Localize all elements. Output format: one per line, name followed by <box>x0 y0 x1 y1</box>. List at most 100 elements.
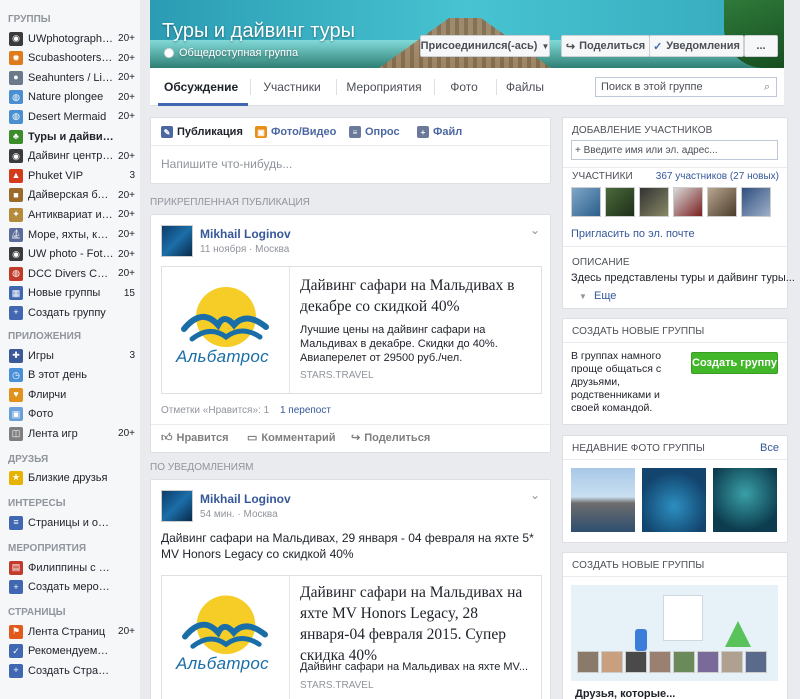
member-avatar[interactable] <box>741 187 771 217</box>
tab-discussion[interactable]: Обсуждение <box>164 68 238 106</box>
post-meta[interactable]: 54 мин. · Москва <box>200 509 278 520</box>
sidebar-item-count: 20+ <box>118 229 135 240</box>
tab-members[interactable]: Участники <box>260 68 324 106</box>
avatar[interactable] <box>161 225 193 257</box>
sidebar-item[interactable]: ■ Дайверская бара... 20+ <box>0 186 140 205</box>
photo-icon: ▣ <box>9 407 23 422</box>
chevron-down-icon[interactable]: ⌄ <box>530 488 540 502</box>
tab-divider <box>496 79 497 95</box>
sidebar-item[interactable]: ⛵︎ Море, яхты, катер... 20+ <box>0 225 140 244</box>
sidebar-item[interactable]: ◉ Дайвинг центр на... 20+ <box>0 147 140 166</box>
tab-files[interactable]: Файлы <box>504 68 546 106</box>
sidebar-item[interactable]: ◷ В этот день <box>0 366 140 385</box>
sidebar-item[interactable]: ♣ Туры и дайвинг ту... <box>0 127 140 146</box>
group-title[interactable]: Туры и дайвинг туры <box>162 20 355 43</box>
sidebar-item[interactable]: ✓ Рекомендуемые С... <box>0 642 140 661</box>
tree-icon <box>725 621 751 647</box>
sidebar-item-label: UWphotographers <box>28 32 114 45</box>
sidebar-item-label: Scubashooters.net <box>28 52 114 65</box>
share-group-button[interactable]: ↪ Поделиться <box>561 35 650 57</box>
search-icon[interactable]: ⌕ <box>758 81 776 94</box>
add-members-input[interactable]: + Введите имя или эл. адрес... <box>571 140 778 160</box>
camera-icon: ◉ <box>9 149 23 164</box>
post-author[interactable]: Mikhail Loginov <box>200 227 291 241</box>
sidebar-item[interactable]: ★ Близкие друзья <box>0 468 140 487</box>
post-stats: Отметки «Нравится»: 1 1 перепост <box>161 405 331 416</box>
member-avatar[interactable] <box>707 187 737 217</box>
sidebar-item[interactable]: ▲ Phuket VIP 3 <box>0 166 140 185</box>
promo-banner <box>663 595 703 641</box>
sidebar-item-label: В этот день <box>28 369 87 382</box>
group-photo[interactable] <box>713 468 777 532</box>
composer-tab-file[interactable]: + Файл <box>417 126 462 138</box>
sidebar-item[interactable]: ◫ Лента игр 20+ <box>0 424 140 443</box>
sidebar-item[interactable]: ◍ Desert Mermaid 20+ <box>0 107 140 126</box>
sidebar-item[interactable]: ▦ Новые группы 15 <box>0 284 140 303</box>
link-title[interactable]: Дайвинг сафари на Мальдивах на яхте MV H… <box>300 582 536 666</box>
link-preview[interactable]: Альбатрос Дайвинг сафари на Мальдивах на… <box>161 575 542 699</box>
sidebar-item[interactable]: ✦ Антиквариат и пр... 20+ <box>0 205 140 224</box>
avatar[interactable] <box>161 490 193 522</box>
more-options-button[interactable]: ... <box>744 35 778 57</box>
link-title[interactable]: Дайвинг сафари на Мальдивах в декабре со… <box>300 275 536 317</box>
composer-tab-photo[interactable]: ▣ Фото/Видео <box>255 126 336 138</box>
post-actions-divider <box>151 424 550 425</box>
sidebar-item[interactable]: ▤ Филиппины с 27 д... <box>0 558 140 577</box>
share-icon: ↪ <box>351 432 361 444</box>
likes-count[interactable]: Отметки «Нравится»: 1 <box>161 405 269 416</box>
more-label: Еще <box>593 290 617 302</box>
chevron-down-icon[interactable]: ⌄ <box>530 223 540 237</box>
interests-section-title: ИНТЕРЕСЫ <box>8 498 66 509</box>
sidebar-item[interactable]: ≡ Страницы и общес... <box>0 513 140 532</box>
sidebar-item[interactable]: ◉ UW photo - Fotosub 20+ <box>0 245 140 264</box>
pinned-post: Mikhail Loginov 11 ноября · Москва ⌄ Аль… <box>150 214 551 453</box>
sidebar-item[interactable]: + Создать Страницу <box>0 661 140 680</box>
share-button[interactable]: ↪ Поделиться <box>351 431 430 445</box>
link-preview[interactable]: Альбатрос Дайвинг сафари на Мальдивах в … <box>161 266 542 394</box>
invite-by-email-link[interactable]: Пригласить по эл. почте <box>571 228 695 240</box>
sidebar-item[interactable]: ◍ DCC Divers Com... 20+ <box>0 264 140 283</box>
member-avatar[interactable] <box>639 187 669 217</box>
sidebar-item-label: Nature plongee <box>28 91 104 104</box>
see-more-link[interactable]: ▼ Еще <box>579 290 616 302</box>
sidebar-item[interactable]: ● Seahunters / Lied... 20+ <box>0 68 140 87</box>
sidebar-item[interactable]: + Создать группу <box>0 303 140 322</box>
comment-button[interactable]: ▭ Комментарий <box>247 431 335 445</box>
sidebar-item-label: UW photo - Fotosub <box>28 248 114 261</box>
post-author[interactable]: Mikhail Loginov <box>200 492 291 506</box>
member-avatar[interactable] <box>673 187 703 217</box>
group-photo[interactable] <box>642 468 706 532</box>
like-button[interactable]: 👍︎ Нравится <box>161 431 229 445</box>
sidebar-item[interactable]: ◍ Nature plongee 20+ <box>0 88 140 107</box>
tab-photos[interactable]: Фото <box>444 68 484 106</box>
post-meta[interactable]: 11 ноября · Москва <box>200 244 289 255</box>
tab-divider <box>336 79 337 95</box>
group-search-input[interactable] <box>596 78 758 96</box>
member-avatar[interactable] <box>605 187 635 217</box>
tab-events[interactable]: Мероприятия <box>346 68 422 106</box>
sidebar-item-label: Лента Страниц <box>28 625 106 638</box>
sidebar-item[interactable]: ♥ Флирчи <box>0 385 140 404</box>
sidebar-item[interactable]: ✹ Scubashooters.net 20+ <box>0 49 140 68</box>
see-all-link[interactable]: Все <box>760 442 779 454</box>
member-avatar[interactable] <box>571 187 601 217</box>
composer-tab-post[interactable]: ✎ Публикация <box>161 126 243 138</box>
globe-icon: ◍ <box>9 109 23 124</box>
sidebar-item-label: Туры и дайвинг ту... <box>28 130 114 143</box>
composer-tab-poll[interactable]: ≡ Опрос <box>349 126 400 138</box>
camera-icon: ◉ <box>9 31 23 46</box>
sidebar-item[interactable]: ▣ Фото <box>0 405 140 424</box>
sidebar-item[interactable]: ◉ UWphotographers 20+ <box>0 29 140 48</box>
composer-input[interactable]: Напишите что-нибудь... <box>161 157 292 171</box>
events-section-title: МЕРОПРИЯТИЯ <box>8 543 87 554</box>
create-group-button[interactable]: Создать группу <box>691 352 778 374</box>
shares-count[interactable]: 1 перепост <box>280 405 331 416</box>
sidebar-item[interactable]: ⚑ Лента Страниц 20+ <box>0 622 140 641</box>
sidebar-item[interactable]: + Создать меропри... <box>0 578 140 597</box>
sidebar-item[interactable]: ✚ Игры 3 <box>0 346 140 365</box>
members-count-link[interactable]: 367 участников (27 новых) <box>656 171 779 182</box>
joined-button[interactable]: Присоединился(-ась) ▼ <box>420 35 550 57</box>
group-photo[interactable] <box>571 468 635 532</box>
sidebar-item-count: 20+ <box>118 248 135 260</box>
notifications-button[interactable]: ✓ Уведомления <box>649 35 744 57</box>
